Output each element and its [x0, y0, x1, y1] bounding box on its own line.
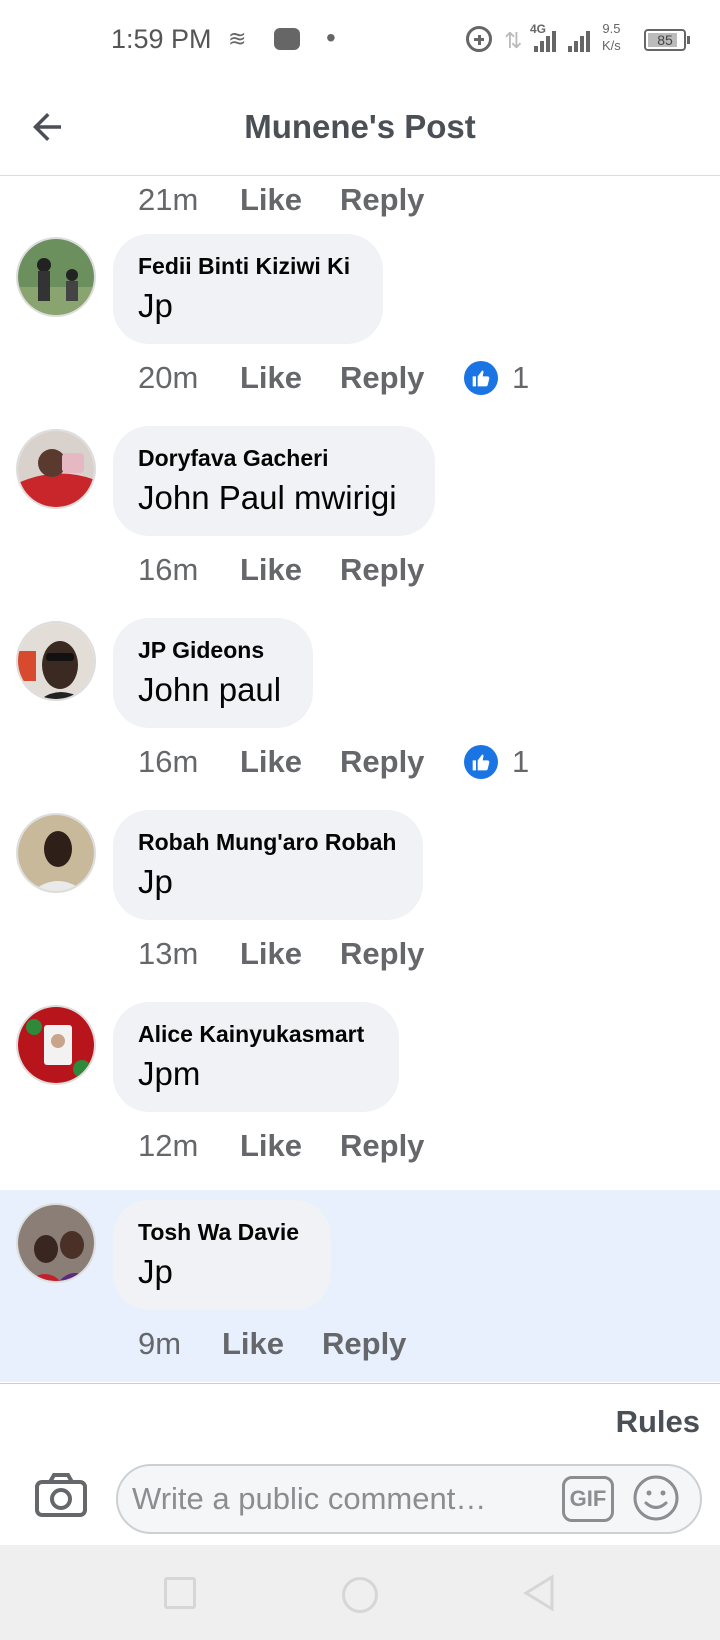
comment-bubble[interactable]: Fedii Binti Kiziwi Ki Jp — [113, 234, 383, 344]
comment-time: 16m — [138, 744, 199, 779]
like-button[interactable]: Like — [222, 1326, 322, 1362]
dot-icon: • — [326, 22, 336, 53]
data-arrows-icon: ⇅ — [504, 28, 523, 53]
comment-time: 12m — [138, 1128, 199, 1163]
battery-icon: 85 — [644, 29, 690, 51]
like-button[interactable]: Like — [240, 1128, 340, 1164]
weather-icon: ≋ — [228, 26, 247, 51]
thumbs-up-icon — [464, 361, 498, 395]
like-button[interactable]: Like — [240, 182, 340, 218]
comment-text: Jp — [138, 1253, 173, 1290]
speed-value: 9.5 — [602, 21, 621, 36]
reaction-summary[interactable]: 1 — [464, 744, 529, 780]
comment-author[interactable]: JP Gideons — [138, 636, 287, 664]
like-button[interactable]: Like — [240, 360, 340, 396]
game-icon — [274, 28, 300, 50]
comment-text: John Paul mwirigi — [138, 479, 397, 516]
comment-item: Robah Mung'aro Robah Jp 13m Like Reply — [0, 800, 720, 992]
page-title: Munene's Post — [244, 108, 476, 145]
comment-bubble[interactable]: Alice Kainyukasmart Jpm — [113, 1002, 399, 1112]
reaction-summary[interactable]: 1 — [464, 360, 529, 396]
comment-time: 20m — [138, 360, 199, 395]
comment-text: Jpm — [138, 1055, 201, 1092]
comment-time: 21m — [138, 182, 199, 217]
reply-button[interactable]: Reply — [340, 552, 448, 588]
comment-meta: 13m Like Reply — [138, 930, 448, 978]
comment-meta: 16m Like Reply — [138, 546, 448, 594]
home-button[interactable] — [342, 1577, 378, 1613]
reply-button[interactable]: Reply — [340, 1128, 448, 1164]
comment-input[interactable] — [116, 1464, 702, 1534]
system-nav-bar — [0, 1545, 720, 1640]
like-button[interactable]: Like — [240, 936, 340, 972]
comment-item: Fedii Binti Kiziwi Ki Jp 20m Like Reply … — [0, 224, 720, 416]
comment-list[interactable]: 21m Like Reply Fedii Binti Kiziwi Ki Jp … — [0, 176, 720, 1382]
comment-meta: 20m Like Reply 1 — [138, 354, 529, 402]
status-bar: 1:59 PM ≋ • ⇅ 4G 9.5 K/s 85 — [0, 0, 720, 82]
comment-text: Jp — [138, 863, 173, 900]
emoji-button[interactable] — [632, 1474, 680, 1522]
emoji-icon — [633, 1475, 679, 1521]
network-speed: 9.5 K/s — [602, 20, 621, 54]
signal-icon — [568, 30, 592, 52]
add-circle-icon — [466, 26, 492, 52]
post-header: Munene's Post — [0, 82, 720, 176]
comment-author[interactable]: Doryfava Gacheri — [138, 444, 409, 472]
avatar[interactable] — [16, 621, 96, 701]
speed-unit: K/s — [602, 38, 621, 53]
reply-button[interactable]: Reply — [340, 360, 448, 396]
comment-meta: 21m Like Reply — [138, 176, 448, 224]
comment-meta: 12m Like Reply — [138, 1122, 448, 1170]
avatar[interactable] — [16, 1005, 96, 1085]
avatar[interactable] — [16, 237, 96, 317]
triangle-back-icon — [523, 1574, 554, 1612]
reaction-count: 1 — [512, 360, 530, 395]
gif-button[interactable]: GIF — [562, 1476, 614, 1522]
comment-bubble[interactable]: Tosh Wa Davie Jp — [113, 1200, 331, 1310]
status-time: 1:59 PM — [111, 24, 212, 54]
comment-meta: 16m Like Reply 1 — [138, 738, 529, 786]
camera-icon — [35, 1473, 87, 1517]
signal-icon — [534, 30, 558, 52]
avatar[interactable] — [16, 1203, 96, 1283]
comment-item: Alice Kainyukasmart Jpm 12m Like Reply — [0, 992, 720, 1184]
comment-time: 16m — [138, 552, 199, 587]
comment-author[interactable]: Alice Kainyukasmart — [138, 1020, 373, 1048]
avatar[interactable] — [16, 813, 96, 893]
comment-item: Doryfava Gacheri John Paul mwirigi 16m L… — [0, 416, 720, 608]
comment-text: John paul — [138, 671, 282, 708]
comment-text: Jp — [138, 287, 173, 324]
reply-button[interactable]: Reply — [322, 1326, 430, 1362]
battery-level: 85 — [657, 32, 673, 48]
comment-item: JP Gideons John paul 16m Like Reply 1 — [0, 608, 720, 800]
comment-time: 13m — [138, 936, 199, 971]
comment-author[interactable]: Fedii Binti Kiziwi Ki — [138, 252, 357, 280]
rules-link[interactable]: Rules — [616, 1404, 700, 1440]
reply-button[interactable]: Reply — [340, 936, 448, 972]
comment-author[interactable]: Robah Mung'aro Robah — [138, 828, 397, 856]
reaction-count: 1 — [512, 744, 530, 779]
comment-bubble[interactable]: JP Gideons John paul — [113, 618, 313, 728]
comment-bubble[interactable]: Robah Mung'aro Robah Jp — [113, 810, 423, 920]
like-button[interactable]: Like — [240, 552, 340, 588]
comment-composer: Rules GIF — [0, 1383, 720, 1545]
comment-bubble[interactable]: Doryfava Gacheri John Paul mwirigi — [113, 426, 435, 536]
comment-meta: 9m Like Reply — [138, 1320, 430, 1368]
camera-button[interactable] — [34, 1472, 88, 1518]
avatar[interactable] — [16, 429, 96, 509]
comment-item-highlighted: Tosh Wa Davie Jp 9m Like Reply — [0, 1190, 720, 1382]
thumbs-up-icon — [464, 745, 498, 779]
reply-button[interactable]: Reply — [340, 744, 448, 780]
like-button[interactable]: Like — [240, 744, 340, 780]
comment-author[interactable]: Tosh Wa Davie — [138, 1218, 305, 1246]
system-back-button[interactable] — [520, 1573, 556, 1618]
comment-time: 9m — [138, 1326, 182, 1361]
recent-apps-button[interactable] — [164, 1577, 196, 1609]
reply-button[interactable]: Reply — [340, 182, 448, 218]
